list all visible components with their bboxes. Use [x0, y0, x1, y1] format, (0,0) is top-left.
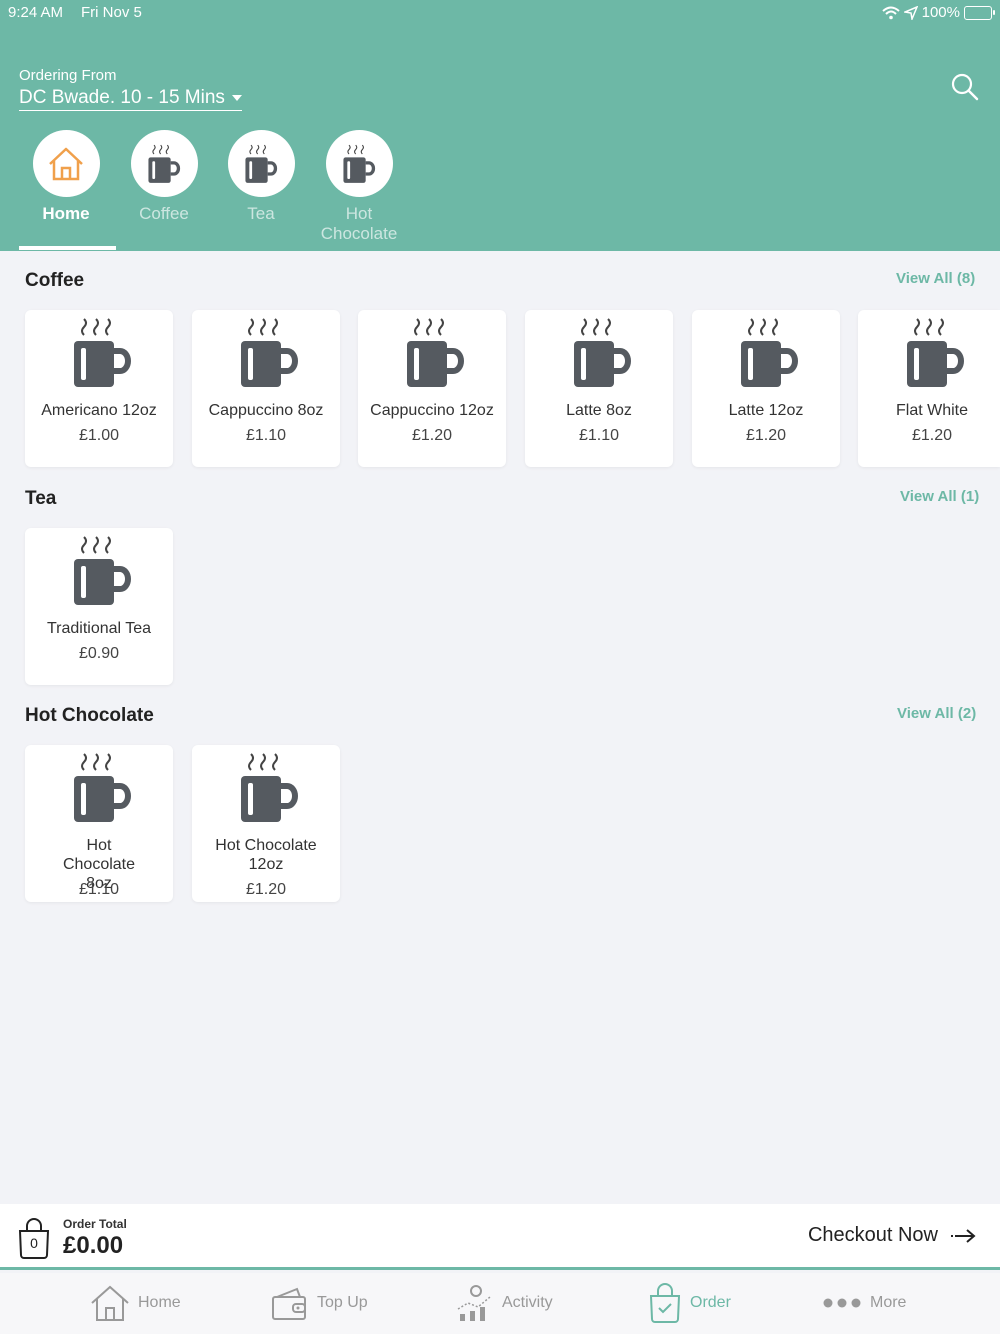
order-total-label: Order Total — [63, 1217, 127, 1231]
product-card[interactable]: Latte 8oz £1.10 — [525, 310, 673, 467]
mug-icon — [241, 318, 298, 387]
section-title-tea: Tea — [25, 488, 57, 509]
battery-icon — [964, 5, 995, 20]
house-icon — [91, 1285, 129, 1321]
checkout-now-button[interactable]: Checkout Now — [808, 1224, 976, 1247]
shopping-bag-icon — [649, 1283, 681, 1323]
product-name: Americano 12oz — [41, 402, 157, 419]
tab-home-label: Home — [42, 204, 90, 223]
bottom-tab-order-label: Order — [690, 1294, 731, 1311]
more-dots-icon — [823, 1298, 861, 1308]
product-name: Cappuccino 8oz — [208, 402, 324, 419]
bottom-tab-activity[interactable]: Activity — [456, 1283, 553, 1323]
mug-icon — [74, 536, 131, 605]
cart-count: 0 — [30, 1235, 38, 1251]
order-total-value: £0.00 — [63, 1232, 124, 1259]
app-header: 9:24 AM Fri Nov 5 100% Ordering From DC … — [0, 0, 1000, 251]
active-tab-indicator — [19, 246, 116, 250]
product-card[interactable]: Latte 12oz £1.20 — [692, 310, 840, 467]
status-indicators: 100% — [881, 4, 995, 21]
product-name: Flat White — [895, 402, 968, 419]
product-card[interactable]: Cappuccino 8oz £1.10 — [192, 310, 340, 467]
product-name: Traditional Tea — [46, 620, 152, 637]
order-summary-bar: 0 Order Total £0.00 Checkout Now — [0, 1204, 1000, 1270]
mug-icon — [148, 144, 181, 183]
bottom-tab-more-label: More — [870, 1294, 907, 1311]
mug-icon — [574, 318, 631, 387]
wifi-icon — [881, 6, 900, 19]
status-bar: 9:24 AM Fri Nov 5 100% — [0, 0, 1000, 26]
section-title-hot-chocolate: Hot Chocolate — [25, 705, 154, 726]
product-name: Hot Chocolate 12oz — [215, 837, 317, 873]
location-name: DC Bwade. 10 - 15 Mins — [19, 87, 225, 108]
coffee-tab-badge — [130, 130, 198, 197]
activity-chart-icon — [457, 1285, 491, 1321]
product-card[interactable]: Flat White £1.20 — [858, 310, 1000, 467]
house-icon — [49, 147, 83, 180]
tab-home[interactable]: Home — [17, 130, 115, 224]
mug-icon — [74, 753, 131, 822]
product-price: £1.10 — [245, 427, 287, 444]
product-card[interactable]: Hot Chocolate 8oz £1.10 — [25, 745, 173, 902]
location-arrow-icon — [903, 5, 918, 20]
view-all-hot-chocolate-link[interactable]: View All (2) — [897, 705, 976, 722]
tab-hot-chocolate-label: Hot Chocolate — [320, 204, 398, 243]
tab-hot-chocolate[interactable]: Hot Chocolate — [310, 130, 408, 244]
mug-icon — [907, 318, 964, 387]
tab-coffee-label: Coffee — [139, 204, 189, 223]
checkout-label: Checkout Now — [807, 1224, 938, 1246]
bottom-tab-home[interactable]: Home — [90, 1283, 181, 1323]
search-icon[interactable] — [950, 72, 980, 102]
section-title-coffee: Coffee — [25, 270, 85, 291]
ordering-from-label: Ordering From — [19, 67, 117, 84]
view-all-coffee-link[interactable]: View All (8) — [896, 270, 975, 287]
product-price: £1.20 — [245, 881, 287, 898]
product-price: £1.10 — [78, 881, 120, 898]
product-name: Cappuccino 12oz — [370, 402, 494, 419]
product-card[interactable]: Traditional Tea £0.90 — [25, 528, 173, 685]
battery-percent: 100% — [921, 4, 960, 21]
product-card[interactable]: Cappuccino 12oz £1.20 — [358, 310, 506, 467]
bottom-tab-order[interactable]: Order — [648, 1283, 731, 1323]
tab-tea[interactable]: Tea — [212, 130, 310, 224]
bottom-tab-home-label: Home — [138, 1294, 181, 1311]
bottom-tab-top-up-label: Top Up — [317, 1294, 368, 1311]
mug-icon — [407, 318, 464, 387]
home-tab-badge — [32, 130, 100, 197]
status-date: Fri Nov 5 — [81, 4, 142, 21]
tab-tea-label: Tea — [247, 204, 275, 223]
product-price: £1.10 — [578, 427, 620, 444]
arrow-right-icon — [951, 1228, 976, 1243]
bottom-tab-more[interactable]: More — [822, 1283, 906, 1323]
hot-chocolate-tab-badge — [325, 130, 393, 197]
mug-icon — [241, 753, 298, 822]
mug-icon — [245, 144, 278, 183]
wallet-icon — [272, 1287, 306, 1320]
bottom-tab-top-up[interactable]: Top Up — [271, 1283, 368, 1323]
bottom-tab-activity-label: Activity — [502, 1294, 553, 1311]
tab-coffee[interactable]: Coffee — [115, 130, 213, 224]
product-price: £1.20 — [745, 427, 787, 444]
mug-icon — [343, 144, 376, 183]
product-price: £0.90 — [78, 645, 120, 662]
tea-tab-badge — [227, 130, 295, 197]
product-name: Latte 8oz — [566, 402, 632, 419]
product-card[interactable]: Americano 12oz £1.00 — [25, 310, 173, 467]
product-name: Latte 12oz — [728, 402, 804, 419]
product-card[interactable]: Hot Chocolate 12oz £1.20 — [192, 745, 340, 902]
view-all-tea-link[interactable]: View All (1) — [900, 488, 979, 505]
product-price: £1.00 — [78, 427, 120, 444]
status-time: 9:24 AM — [8, 4, 64, 21]
product-price: £1.20 — [911, 427, 953, 444]
product-price: £1.20 — [411, 427, 453, 444]
location-selector[interactable]: DC Bwade. 10 - 15 Mins — [19, 87, 242, 111]
bottom-tab-bar: Home Top Up Activity Order More — [0, 1273, 1000, 1334]
mug-icon — [741, 318, 798, 387]
chevron-down-icon — [231, 95, 242, 101]
mug-icon — [74, 318, 131, 387]
